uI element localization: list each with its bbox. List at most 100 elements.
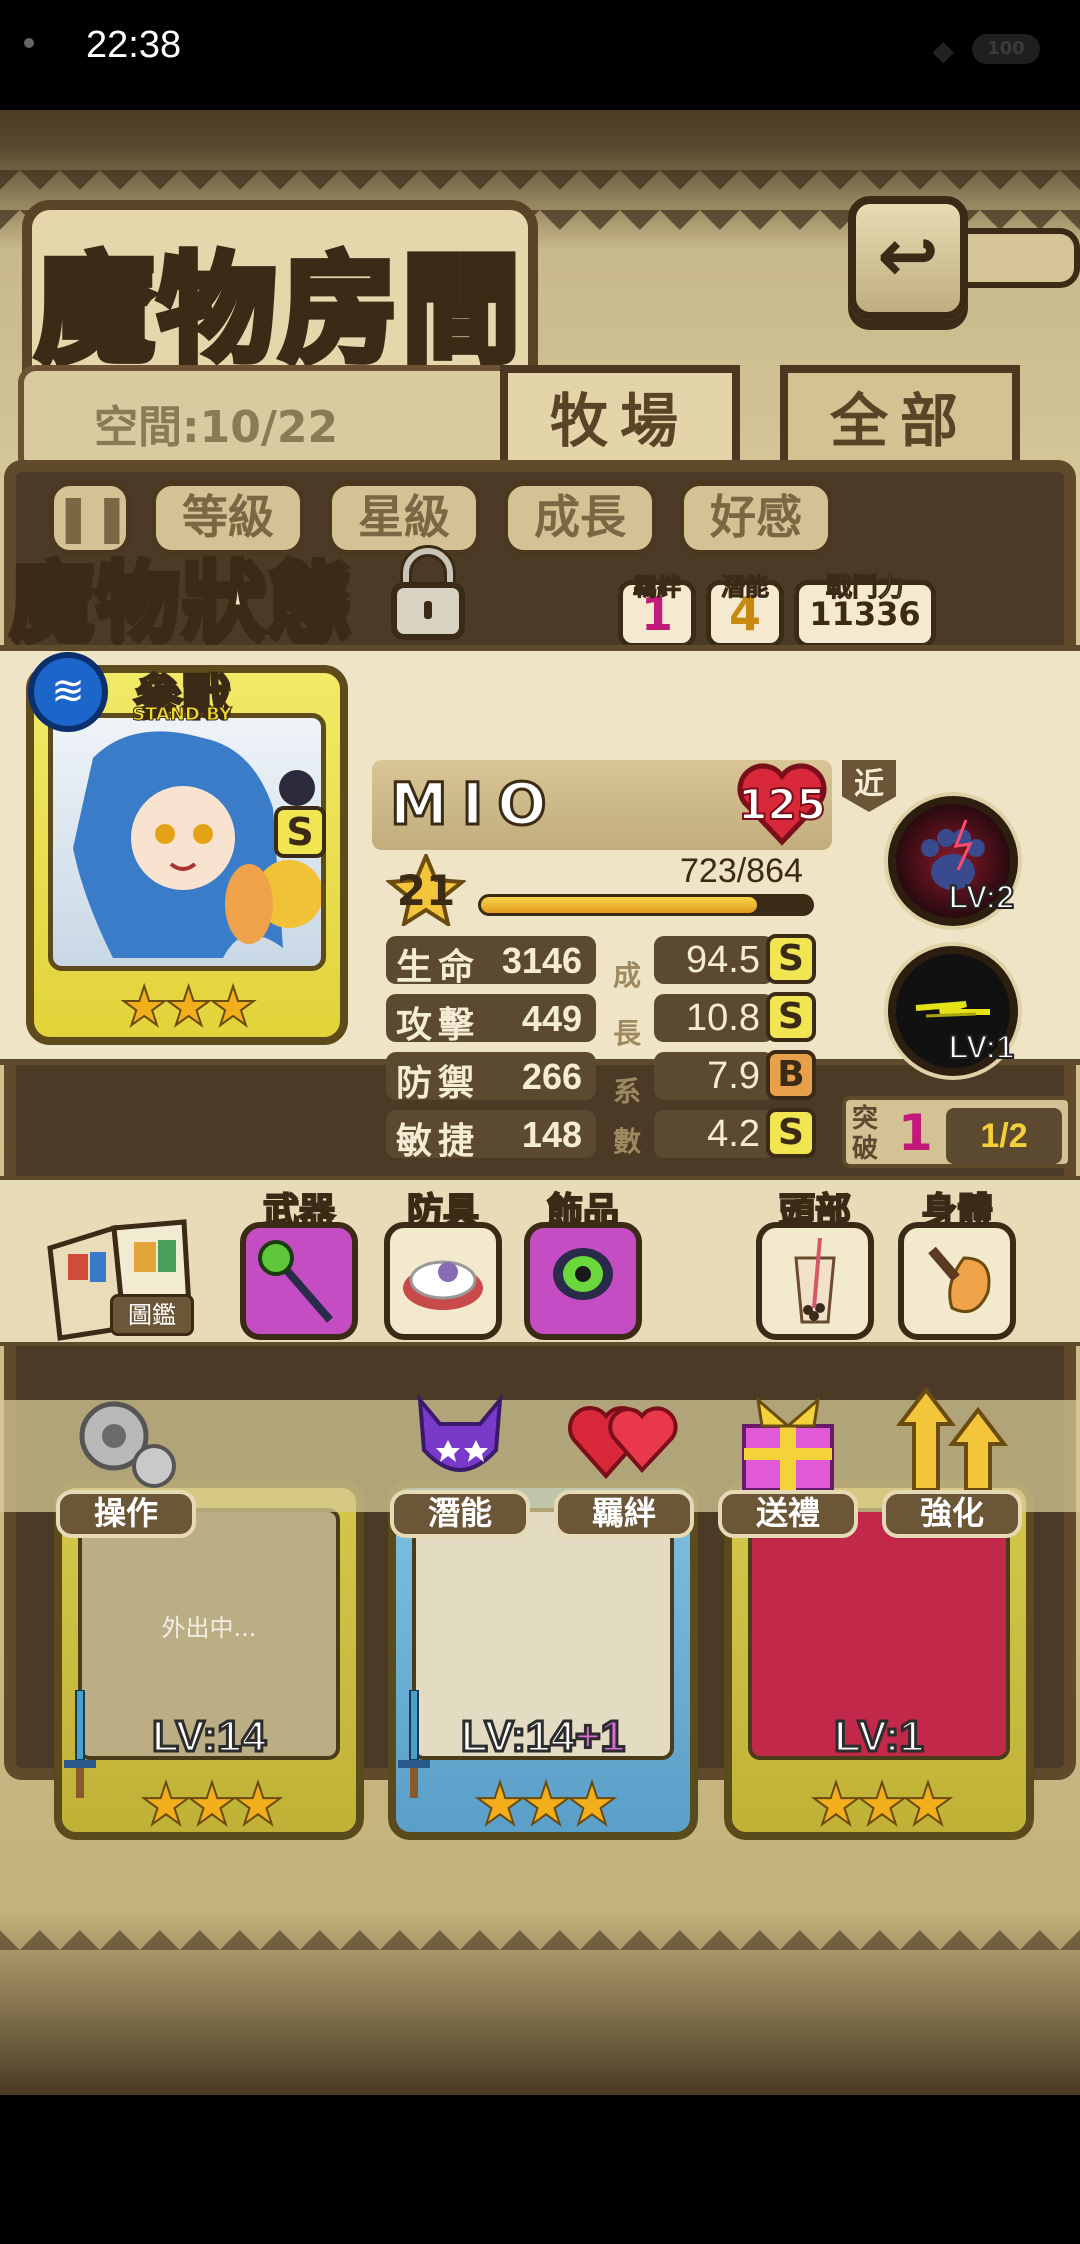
- back-button[interactable]: ↩: [848, 196, 968, 320]
- roster-card-stars: ★★★: [473, 1769, 619, 1839]
- growth-label: 成: [612, 959, 641, 992]
- sword-icon: [398, 1690, 430, 1798]
- equip-slot-head[interactable]: [756, 1222, 874, 1340]
- potential-label: 潛能: [721, 573, 770, 602]
- operate-button[interactable]: 操作: [56, 1380, 196, 1538]
- upgrade-arrows-icon: [895, 1386, 1009, 1492]
- roster-card-level: LV:14+1: [396, 1711, 690, 1763]
- growth-defense: 7.9: [654, 1052, 774, 1100]
- return-arrow-icon: ↩: [876, 213, 939, 299]
- stat-label: 敏捷: [396, 1121, 481, 1162]
- growth-label: 數: [612, 1125, 641, 1158]
- upgrade-button[interactable]: 強化: [882, 1380, 1022, 1538]
- roster-level-text: LV:14: [459, 1711, 576, 1763]
- roster-level-text: LV:14: [150, 1711, 267, 1763]
- growth-agility: 4.2: [654, 1110, 774, 1158]
- status-bar: 22:38 ◆ 100: [0, 0, 1080, 110]
- bubble-tea-icon: [794, 1237, 836, 1324]
- skill-level: LV:2: [948, 878, 1015, 916]
- tab-all[interactable]: 全部: [780, 365, 1020, 475]
- exp-bar: [478, 894, 814, 916]
- eye-hat-icon: [403, 1260, 483, 1310]
- encyclopedia-label: 圖鑑: [110, 1294, 194, 1336]
- bond-button[interactable]: 羈絆: [554, 1380, 694, 1538]
- growth-label: 系: [612, 1075, 641, 1108]
- sort-growth-button[interactable]: 成長: [502, 480, 658, 556]
- gears-icon: [79, 1401, 176, 1488]
- bond-badge: 羈絆 1: [618, 573, 696, 648]
- room-space-bar: 空間:10/22: [18, 365, 518, 475]
- room-space-text: 空間:10/22: [94, 402, 339, 453]
- skill-slot-1[interactable]: LV:2: [888, 796, 1018, 926]
- action-label: 羈絆: [554, 1490, 694, 1538]
- action-label: 強化: [882, 1490, 1022, 1538]
- stat-agility: 敏捷 148: [386, 1110, 596, 1162]
- demon-potential-icon: [417, 1393, 503, 1472]
- stat-defense: 防禦 266: [386, 1052, 596, 1104]
- grade-badge-hp: S: [766, 934, 816, 984]
- stat-label: 生命: [396, 947, 481, 988]
- stat-value: 148: [521, 1114, 582, 1155]
- power-label: 戰鬥力: [825, 573, 904, 604]
- breakthrough-label: 突破: [852, 1104, 879, 1164]
- growth-label: 長: [612, 1017, 641, 1050]
- potential-badge: 潛能 4: [706, 573, 784, 648]
- breakthrough-box: 突破 1 1/2: [842, 1096, 1072, 1168]
- breakthrough-value: 1: [898, 1104, 933, 1162]
- equip-slot-armor[interactable]: [384, 1222, 502, 1340]
- sword-icon: [64, 1690, 96, 1798]
- gift-icon: [742, 1396, 834, 1492]
- notification-dot-icon: [24, 38, 34, 48]
- roster-card-stars: ★★★: [139, 1769, 285, 1839]
- grade-badge-defense: B: [766, 1050, 816, 1100]
- paw-staff-icon: [258, 1240, 334, 1323]
- roster-level-text: LV:1: [833, 1711, 926, 1763]
- roster-card-stars: ★★★: [809, 1769, 955, 1839]
- bottom-letterbox: [0, 2095, 1080, 2244]
- level-value: 21: [396, 866, 456, 915]
- back-rail: [968, 228, 1080, 288]
- stat-value: 266: [521, 1056, 582, 1097]
- battle-status-sub: STAND BY: [132, 704, 233, 726]
- equip-slot-accessory[interactable]: [524, 1222, 642, 1340]
- stat-value: 449: [521, 998, 582, 1039]
- stat-label: 防禦: [396, 1063, 481, 1104]
- monster-stars: ★★★: [119, 974, 258, 1039]
- equip-slot-body[interactable]: [898, 1222, 1016, 1340]
- tab-ranch[interactable]: 牧場: [500, 365, 740, 475]
- grade-badge-attack: S: [766, 992, 816, 1042]
- action-label: 潛能: [390, 1490, 530, 1538]
- exp-text: 723/864: [680, 852, 803, 890]
- wifi-icon: ◆: [932, 34, 954, 67]
- sort-affection-button[interactable]: 好感: [678, 480, 834, 556]
- decorative-border-bottom: [0, 1910, 1080, 1970]
- stat-hp: 生命 3146: [386, 936, 596, 988]
- skill-level: LV:1: [948, 1028, 1015, 1066]
- affection-heart: 125: [736, 760, 828, 846]
- bond-label: 羈絆: [633, 573, 682, 602]
- panel-title: 魔物狀態: [7, 550, 355, 654]
- level-badge: 21: [384, 850, 468, 929]
- stat-attack: 攻擊 449: [386, 994, 596, 1046]
- eye-amulet-icon: [553, 1248, 613, 1300]
- equip-slot-weapon[interactable]: [240, 1222, 358, 1340]
- away-status: 外出中...: [161, 1614, 257, 1642]
- skill-slot-2[interactable]: LV:1: [888, 946, 1018, 1076]
- battery-indicator: 100: [972, 34, 1040, 64]
- padlock-icon[interactable]: [388, 545, 468, 643]
- exp-bar-fill: [481, 897, 758, 913]
- action-label: 操作: [56, 1490, 196, 1538]
- roster-level-plus: +1: [573, 1711, 626, 1763]
- roster-card-level: LV:14: [62, 1711, 356, 1763]
- monster-name: MIO: [389, 769, 561, 840]
- action-label: 送禮: [718, 1490, 858, 1538]
- affection-value: 125: [737, 779, 827, 830]
- growth-attack: 10.8: [654, 994, 774, 1042]
- chicken-leg-icon: [928, 1246, 991, 1313]
- gift-button[interactable]: 送禮: [718, 1380, 858, 1538]
- roster-card-level: LV:1: [732, 1711, 1026, 1763]
- breakthrough-progress: 1/2: [946, 1108, 1062, 1164]
- potential-button[interactable]: 潛能: [390, 1380, 530, 1538]
- hearts-icon: [568, 1406, 678, 1480]
- grade-badge-agility: S: [766, 1108, 816, 1158]
